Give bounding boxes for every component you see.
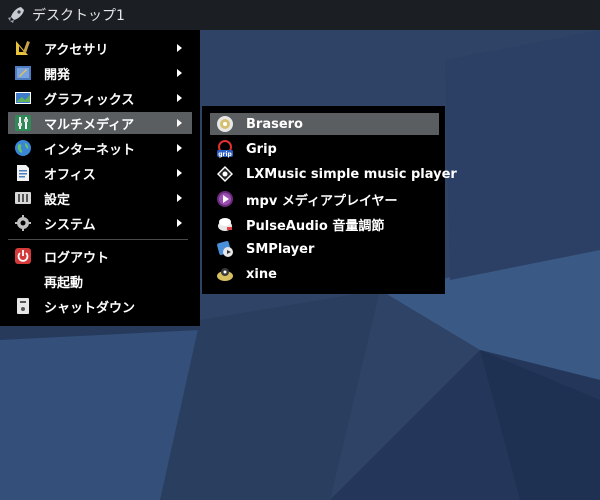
menu-item-label: シャットダウン [44, 300, 136, 316]
menu-item-label: ログアウト [44, 250, 110, 266]
submenu-item-mpv[interactable]: mpv メディアプレイヤー [210, 188, 439, 210]
menu-item-label: アクセサリ [44, 42, 109, 58]
internet-icon [15, 140, 31, 156]
submenu-item-lxmusic[interactable]: LXMusic simple music player [210, 163, 457, 185]
main-menu: アクセサリ 開発 グラフィックス マルチメディア インターネット オフィス 設定… [0, 30, 200, 326]
submenu-item-xine[interactable]: xine [210, 263, 439, 285]
submenu-arrow-icon [177, 94, 182, 102]
menu-item-accessories[interactable]: アクセサリ [8, 37, 192, 59]
shutdown-icon [17, 298, 29, 314]
menu-item-graphics[interactable]: グラフィックス [8, 87, 192, 109]
submenu-item-label: Grip [246, 141, 277, 157]
menu-item-reboot[interactable]: 再起動 [8, 270, 192, 292]
menu-item-label: グラフィックス [44, 92, 135, 108]
lxmusic-icon [217, 166, 233, 182]
submenu-arrow-icon [177, 169, 182, 177]
multimedia-submenu: Brasero grip Grip LXMusic simple music p… [202, 106, 457, 294]
smplayer-icon [217, 241, 233, 257]
xine-icon [217, 268, 233, 281]
menu-item-label: マルチメディア [44, 117, 135, 133]
graphics-icon [15, 92, 31, 104]
menu-item-internet[interactable]: インターネット [8, 137, 192, 159]
menu-item-label: オフィス [44, 167, 96, 183]
multimedia-icon [15, 115, 31, 131]
logout-icon [15, 248, 31, 264]
pulseaudio-icon [218, 218, 232, 231]
submenu-item-label: Brasero [246, 116, 303, 132]
menu-item-system[interactable]: システム [8, 212, 192, 234]
menu-item-multimedia[interactable]: マルチメディア [8, 112, 192, 134]
brasero-icon [217, 116, 233, 132]
development-icon [15, 66, 31, 80]
menu-item-label: 再起動 [44, 275, 84, 291]
grip-icon: grip [217, 140, 233, 158]
submenu-item-pulseaudio[interactable]: PulseAudio 音量調節 [210, 213, 439, 235]
top-panel: デスクトップ1 [0, 0, 600, 30]
submenu-item-label: PulseAudio 音量調節 [246, 218, 385, 234]
menu-item-label: システム [44, 217, 96, 233]
menu-item-settings[interactable]: 設定 [8, 187, 192, 209]
submenu-arrow-icon [177, 144, 182, 152]
submenu-arrow-icon [177, 44, 182, 52]
menu-item-development[interactable]: 開発 [8, 62, 192, 84]
submenu-item-grip[interactable]: grip Grip [210, 138, 439, 160]
submenu-item-smplayer[interactable]: SMPlayer [210, 238, 439, 260]
submenu-item-brasero[interactable]: Brasero [210, 113, 439, 135]
svg-text:grip: grip [218, 151, 232, 158]
submenu-arrow-icon [177, 119, 182, 127]
menu-item-label: 開発 [44, 67, 71, 83]
submenu-item-label: LXMusic simple music player [246, 166, 457, 182]
settings-icon [15, 192, 31, 204]
rocket-icon[interactable] [6, 5, 26, 25]
accessories-icon [16, 41, 30, 55]
submenu-arrow-icon [177, 69, 182, 77]
menu-item-shutdown[interactable]: シャットダウン [8, 295, 192, 317]
submenu-arrow-icon [177, 219, 182, 227]
menu-separator [8, 239, 188, 240]
reboot-blank-icon [14, 272, 32, 290]
mpv-icon [217, 191, 233, 207]
submenu-item-label: SMPlayer [246, 241, 315, 257]
submenu-item-label: xine [246, 266, 277, 282]
menu-item-office[interactable]: オフィス [8, 162, 192, 184]
desktop-title: デスクトップ1 [32, 8, 125, 24]
submenu-arrow-icon [177, 194, 182, 202]
menu-item-logout[interactable]: ログアウト [8, 245, 192, 267]
gear-icon [15, 215, 31, 231]
office-icon [17, 165, 29, 181]
submenu-item-label: mpv メディアプレイヤー [246, 193, 398, 209]
menu-item-label: 設定 [44, 192, 71, 208]
menu-item-label: インターネット [44, 142, 136, 158]
